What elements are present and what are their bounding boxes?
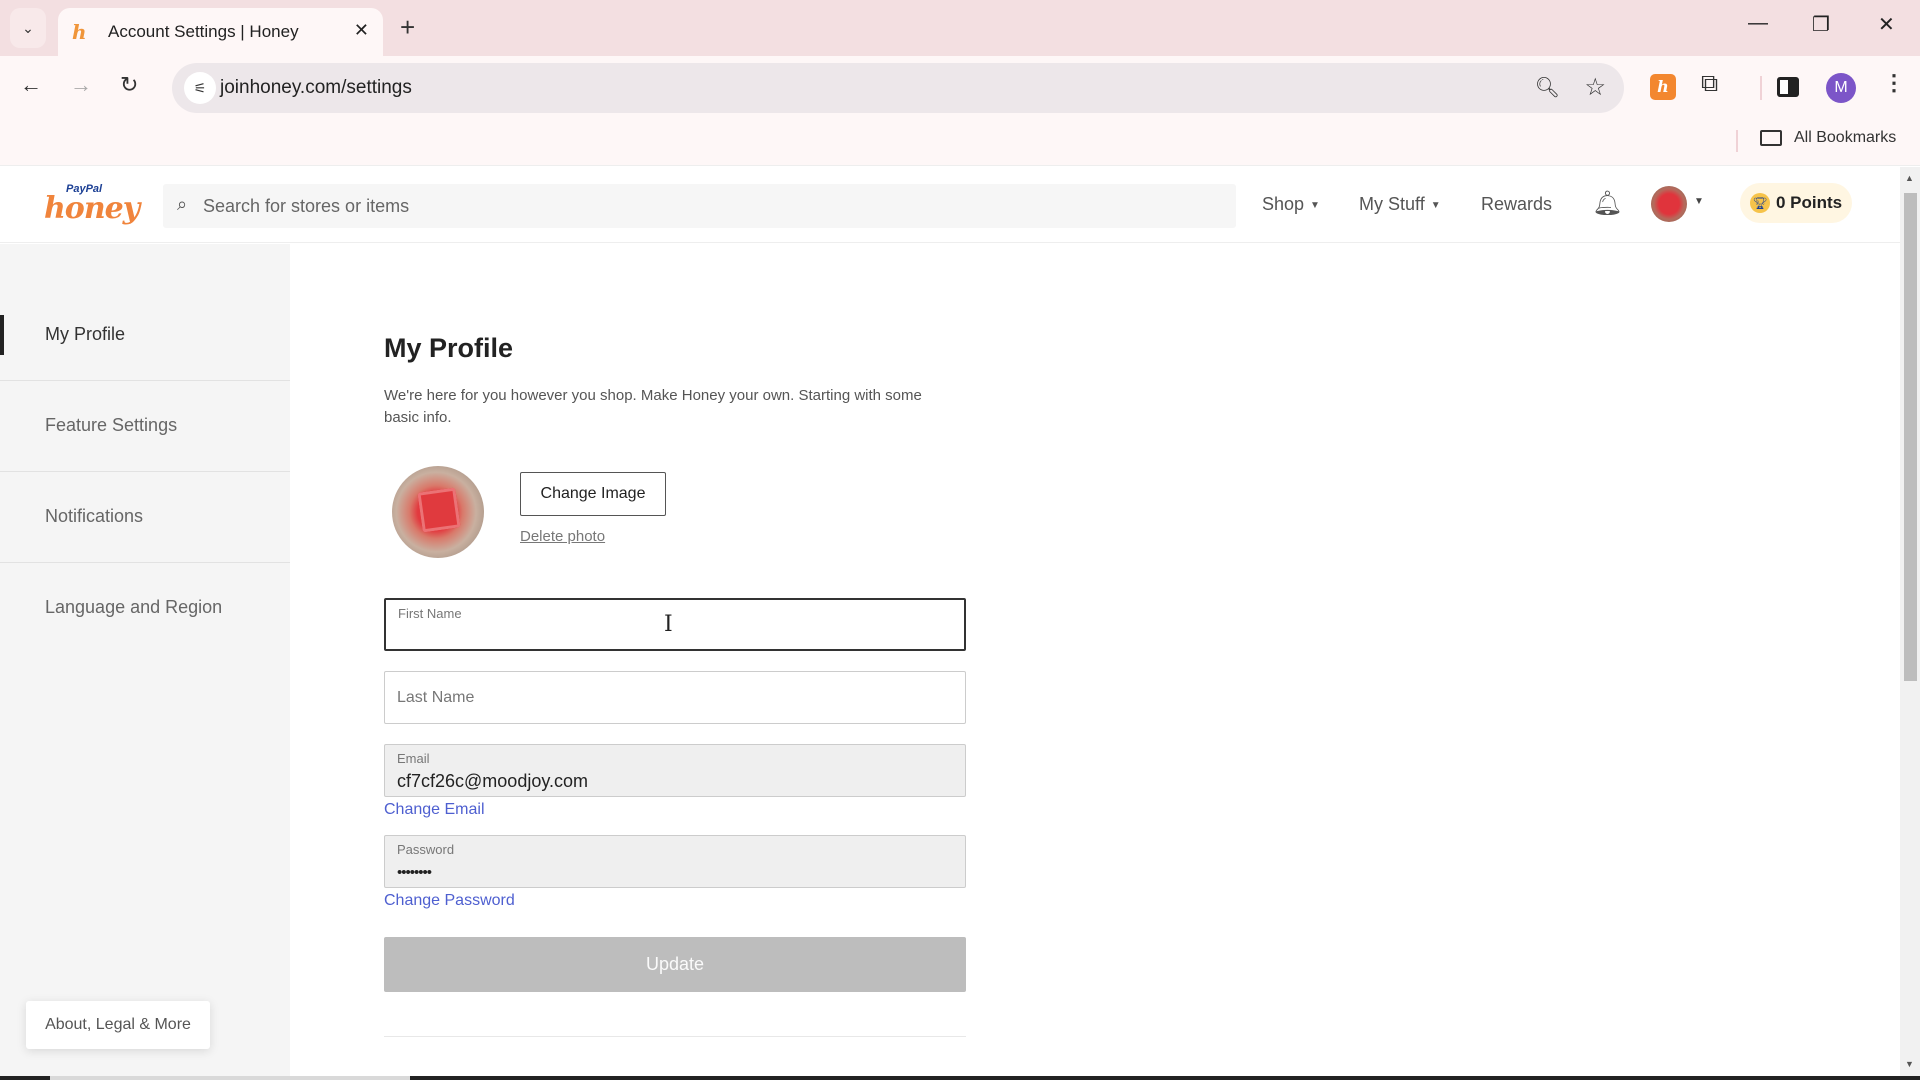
page-description: We're here for you however you shop. Mak…: [384, 387, 922, 426]
email-value: cf7cf26c@moodjoy.com: [397, 771, 589, 791]
last-name-field[interactable]: Last Name: [384, 671, 966, 724]
last-name-label: Last Name: [397, 689, 475, 706]
site-search-input[interactable]: [203, 184, 1203, 228]
bookmarks-bar: All Bookmarks: [0, 120, 1920, 166]
url-text[interactable]: joinhoney.com/settings: [220, 77, 412, 99]
email-field: Email cf7cf26c@moodjoy.com: [384, 744, 966, 797]
restore-icon[interactable]: ❐: [1812, 12, 1830, 37]
first-name-field[interactable]: First Name: [384, 598, 966, 651]
tab-title: Account Settings | Honey: [108, 22, 299, 41]
logo-honey-text: honey: [44, 191, 140, 226]
address-bar[interactable]: ⚟ joinhoney.com/settings 🔍︎ ☆: [172, 63, 1624, 113]
scroll-up-icon[interactable]: ▲: [1905, 173, 1914, 183]
folder-icon: [1760, 130, 1782, 146]
change-email-link[interactable]: Change Email: [384, 801, 485, 819]
sidebar-item-label: My Profile: [45, 324, 126, 344]
minimize-icon[interactable]: —: [1748, 12, 1768, 35]
email-label: Email: [397, 751, 430, 766]
nav-rewards-label: Rewards: [1481, 194, 1553, 214]
password-field: Password ••••••••: [384, 835, 966, 888]
points-badge[interactable]: 🏆︎ 0 Points: [1740, 183, 1852, 223]
nav-shop-label: Shop: [1262, 194, 1305, 214]
profile-avatar-icon[interactable]: M: [1826, 73, 1856, 103]
sidebar-item-my-profile[interactable]: My Profile: [0, 290, 290, 381]
about-legal-more-button[interactable]: About, Legal & More: [26, 1001, 210, 1049]
sidebar-item-label: Notifications: [45, 506, 144, 526]
toolbar-divider: [1760, 76, 1762, 100]
site-info-icon[interactable]: ⚟: [184, 72, 216, 104]
tab-close-icon[interactable]: ✕: [354, 20, 369, 41]
content-divider: [384, 1036, 966, 1037]
site-header: PayPal honey ⌕ Shop ▼ My Stuff ▼ Rewards 🔔…: [0, 167, 1900, 243]
change-password-link[interactable]: Change Password: [384, 892, 515, 910]
window-close-icon[interactable]: ✕: [1878, 12, 1895, 37]
points-label: 0 Points: [1776, 193, 1843, 212]
page-title: My Profile: [384, 333, 514, 363]
search-icon: ⌕: [177, 194, 188, 214]
browser-menu-icon[interactable]: ⋮: [1883, 70, 1905, 96]
change-image-button[interactable]: Change Image: [520, 472, 666, 516]
zoom-icon[interactable]: 🔍︎: [1535, 75, 1560, 100]
browser-toolbar: ← → ↻ ⚟ joinhoney.com/settings 🔍︎ ☆ h ⧉ …: [0, 56, 1920, 120]
first-name-label: First Name: [398, 606, 462, 621]
scroll-down-icon[interactable]: ▼: [1905, 1059, 1914, 1069]
bookmarks-divider: [1736, 130, 1738, 152]
text-cursor-icon: I: [664, 612, 673, 637]
bottom-progress-segment: [50, 1076, 410, 1080]
site-search[interactable]: ⌕: [163, 184, 1236, 228]
forward-icon[interactable]: →: [70, 72, 92, 98]
browser-tab-active[interactable]: h Account Settings | Honey ✕: [58, 8, 383, 56]
sidebar-item-label: Feature Settings: [45, 415, 178, 435]
profile-photo: [392, 466, 484, 558]
sidebar-item-feature-settings[interactable]: Feature Settings: [0, 381, 290, 472]
paypal-honey-logo[interactable]: PayPal honey: [44, 183, 140, 227]
bookmark-star-icon[interactable]: ☆: [1584, 73, 1606, 102]
delete-photo-link[interactable]: Delete photo: [520, 528, 605, 545]
nav-shop[interactable]: Shop ▼: [1262, 194, 1320, 215]
update-button[interactable]: Update: [384, 937, 966, 992]
browser-tab-strip: ⌄ h Account Settings | Honey ✕ + — ❐ ✕: [0, 0, 1920, 56]
caret-down-icon[interactable]: ▼: [1694, 196, 1704, 207]
extensions-icon[interactable]: ⧉: [1701, 70, 1718, 98]
user-avatar[interactable]: [1651, 186, 1687, 222]
scrollbar-thumb[interactable]: [1904, 193, 1917, 681]
bell-icon[interactable]: 🔔︎: [1592, 189, 1622, 218]
tab-list-button[interactable]: ⌄: [10, 8, 46, 48]
honey-extension-icon[interactable]: h: [1650, 74, 1676, 100]
password-label: Password: [397, 842, 455, 857]
all-bookmarks-label: All Bookmarks: [1794, 129, 1897, 146]
reload-icon[interactable]: ↻: [120, 72, 138, 98]
trophy-icon: 🏆︎: [1750, 193, 1770, 213]
nav-my-stuff-label: My Stuff: [1359, 194, 1425, 214]
nav-my-stuff[interactable]: My Stuff ▼: [1359, 194, 1441, 215]
nav-rewards[interactable]: Rewards: [1481, 194, 1552, 215]
gift-image: [417, 487, 461, 533]
bottom-progress-bar: [0, 1076, 1920, 1080]
page-scrollbar[interactable]: ▲ ▼: [1900, 167, 1920, 1076]
settings-sidebar: My Profile Feature Settings Notification…: [0, 244, 290, 1076]
all-bookmarks-button[interactable]: All Bookmarks: [1760, 129, 1896, 147]
sidebar-item-language-region[interactable]: Language and Region: [0, 563, 290, 654]
sidebar-item-label: Language and Region: [45, 597, 223, 617]
new-tab-button[interactable]: +: [400, 12, 415, 42]
sidebar-item-notifications[interactable]: Notifications: [0, 472, 290, 563]
caret-down-icon: ▼: [1310, 200, 1320, 211]
honey-favicon-icon: h: [72, 20, 87, 44]
side-panel-icon[interactable]: [1777, 77, 1799, 97]
password-value: ••••••••: [397, 864, 432, 881]
chevron-down-icon: ⌄: [22, 19, 34, 36]
back-icon[interactable]: ←: [20, 72, 42, 98]
caret-down-icon: ▼: [1430, 200, 1441, 211]
